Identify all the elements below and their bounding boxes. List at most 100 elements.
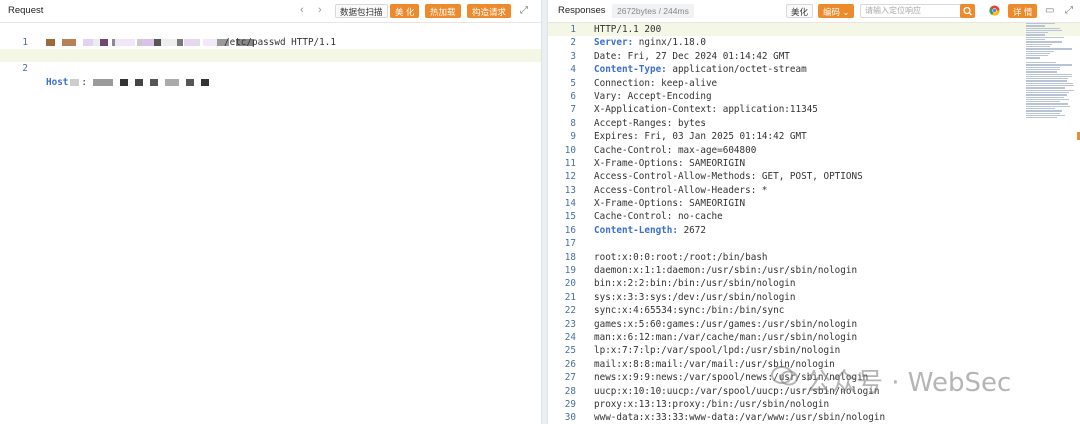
line-text: Date: Fri, 27 Dec 2024 01:14:42 GMT [594, 50, 790, 63]
response-line: 15 Cache-Control: no-cache [548, 210, 1080, 223]
request-line: 1 /etc/passwd HTTP/1.1 [0, 23, 541, 49]
line-number: 26 [564, 358, 576, 370]
build-request-button[interactable]: 构造请求 [467, 4, 512, 18]
response-line: 11 X-Frame-Options: SAMEORIGIN [548, 157, 1080, 170]
line-value: X-Frame-Options: SAMEORIGIN [594, 198, 746, 210]
line-value: man:x:6:12:man:/var/cache/man:/usr/sbin/… [594, 331, 858, 343]
chrome-icon[interactable] [989, 5, 1000, 20]
line-value: daemon:x:1:1:daemon:/usr/sbin:/usr/sbin/… [594, 265, 858, 277]
line-value: www-data:x:33:33:www-data:/var/www:/usr/… [594, 412, 886, 424]
watermark: 公众号 · WebSec [771, 362, 1011, 399]
line-text: Accept-Ranges: bytes [594, 117, 706, 130]
line-text: Cache-Control: max-age=604800 [594, 144, 756, 157]
line-number: 1 [570, 24, 576, 35]
response-search-input[interactable]: 请输入定位响应 [860, 4, 972, 18]
response-line: 13 Access-Control-Allow-Headers: * [548, 184, 1080, 197]
line-number: 25 [564, 345, 576, 357]
response-line: 18 root:x:0:0:root:/root:/bin/bash [548, 251, 1080, 264]
line-value: Date: Fri, 27 Dec 2024 01:14:42 GMT [594, 50, 790, 62]
line-value: games:x:5:60:games:/usr/games:/usr/sbin/… [594, 318, 858, 330]
request-toolbar: Request ‹ › 数据包扫描 美 化 热加载 构造请求 ⤢ [0, 0, 541, 23]
response-line: 22 sync:x:4:65534:sync:/bin:/bin/sync [548, 304, 1080, 317]
line-number: 19 [564, 265, 576, 277]
line-value: HTTP/1.1 200 [594, 24, 662, 35]
details-button[interactable]: 详 情 [1008, 4, 1038, 18]
hot-reload-button[interactable]: 热加载 [425, 4, 461, 18]
response-line: 16 Content-Length: 2672 [548, 224, 1080, 237]
line-text: Access-Control-Allow-Headers: * [594, 184, 768, 197]
line-number: 28 [564, 385, 576, 397]
line-value: application/octet-stream [666, 64, 807, 76]
response-line: 9 Expires: Fri, 03 Jan 2025 01:14:42 GMT [548, 130, 1080, 143]
line-text: HTTP/1.1 200 [594, 23, 661, 36]
line-value: X-Application-Context: application:11345 [594, 104, 818, 116]
comment-icon[interactable]: ▭ [1045, 5, 1054, 17]
line-text: X-Application-Context: application:11345 [594, 103, 818, 116]
beautify-button[interactable]: 美 化 [390, 4, 420, 18]
response-line: 1 HTTP/1.1 200 [548, 23, 1080, 37]
line-number: 17 [564, 238, 576, 250]
line-number: 12 [564, 171, 576, 183]
line-value: Vary: Accept-Encoding [594, 90, 712, 102]
response-line: 3 Date: Fri, 27 Dec 2024 01:14:42 GMT [548, 50, 1080, 63]
response-title: Responses [558, 5, 606, 16]
line-text: Content-Length: 2672 [594, 224, 706, 237]
encoding-dropdown[interactable]: 编码 ⌄ [818, 4, 855, 18]
response-line: 7 X-Application-Context: application:1134… [548, 103, 1080, 116]
response-line: 8 Accept-Ranges: bytes [548, 117, 1080, 130]
response-line: 23 games:x:5:60:games:/usr/games:/usr/sbi… [548, 318, 1080, 331]
line-number: 10 [564, 144, 576, 156]
line-text: sys:x:3:3:sys:/dev:/usr/sbin/nologin [594, 291, 796, 304]
expand-icon[interactable]: ⤢ [520, 5, 528, 17]
line-value: sync:x:4:65534:sync:/bin:/bin/sync [594, 305, 785, 317]
line-number: 30 [564, 412, 576, 424]
minimap[interactable] [1026, 23, 1074, 133]
line-text: Vary: Accept-Encoding [594, 90, 712, 103]
line-number: 13 [564, 184, 576, 196]
response-line: 29 proxy:x:13:13:proxy:/bin:/usr/sbin/nol… [548, 398, 1080, 411]
response-line: 19 daemon:x:1:1:daemon:/usr/sbin:/usr/sbi… [548, 264, 1080, 277]
line-number: 9 [570, 131, 576, 143]
line-value: sys:x:3:3:sys:/dev:/usr/sbin/nologin [594, 291, 796, 303]
line-value: Cache-Control: max-age=604800 [594, 144, 757, 156]
response-line: 12 Access-Control-Allow-Methods: GET, POS… [548, 170, 1080, 183]
pane-divider[interactable] [541, 0, 548, 424]
line-number: 11 [564, 157, 576, 169]
line-value: Access-Control-Allow-Methods: GET, POST,… [594, 171, 863, 183]
line-number: 5 [570, 77, 576, 89]
request-pane: Request ‹ › 数据包扫描 美 化 热加载 构造请求 ⤢ 1 /etc/… [0, 0, 541, 424]
line-text: lp:x:7:7:lp:/var/spool/lpd:/usr/sbin/nol… [594, 344, 840, 357]
request-title: Request [8, 5, 44, 16]
response-line: 20 bin:x:2:2:bin:/bin:/usr/sbin/nologin [548, 277, 1080, 290]
line-text: Content-Type: application/octet-stream [594, 63, 807, 76]
forward-icon[interactable]: › [318, 4, 322, 16]
response-line: 6 Vary: Accept-Encoding [548, 90, 1080, 103]
response-line: 4 Content-Type: application/octet-stream [548, 63, 1080, 76]
request-editor[interactable]: 1 /etc/passwd HTTP/1.1 2 Host: [0, 23, 541, 88]
response-beautify-button[interactable]: 美化 [786, 4, 814, 18]
line-number: 23 [564, 318, 576, 330]
response-line: 24 man:x:6:12:man:/var/cache/man:/usr/sbi… [548, 331, 1080, 344]
line-value: Cache-Control: no-cache [594, 211, 723, 223]
line-number: 24 [564, 331, 576, 343]
line-text: Connection: keep-alive [594, 77, 717, 90]
line-text: daemon:x:1:1:daemon:/usr/sbin:/usr/sbin/… [594, 264, 857, 277]
line-number: 16 [564, 224, 576, 236]
response-size-time: 2672bytes / 244ms [612, 4, 694, 18]
response-line: 10 Cache-Control: max-age=604800 [548, 144, 1080, 157]
line-text: X-Frame-Options: SAMEORIGIN [594, 197, 745, 210]
line-number: 20 [564, 278, 576, 290]
search-button[interactable] [960, 4, 975, 18]
packet-scan-button[interactable]: 数据包扫描 [335, 4, 388, 18]
back-icon[interactable]: ‹ [300, 4, 304, 16]
expand-icon[interactable]: ⤢ [1065, 5, 1073, 17]
line-value: proxy:x:13:13:proxy:/bin:/usr/sbin/nolog… [594, 398, 830, 410]
line-text: root:x:0:0:root:/root:/bin/bash [594, 251, 768, 264]
response-line: 21 sys:x:3:3:sys:/dev:/usr/sbin/nologin [548, 291, 1080, 304]
line-number: 8 [570, 117, 576, 129]
line-text: man:x:6:12:man:/var/cache/man:/usr/sbin/… [594, 331, 857, 344]
response-line: 5 Connection: keep-alive [548, 77, 1080, 90]
line-value: bin:x:2:2:bin:/bin:/usr/sbin/nologin [594, 278, 796, 290]
line-number: 3 [570, 50, 576, 62]
response-line: 25 lp:x:7:7:lp:/var/spool/lpd:/usr/sbin/n… [548, 344, 1080, 357]
